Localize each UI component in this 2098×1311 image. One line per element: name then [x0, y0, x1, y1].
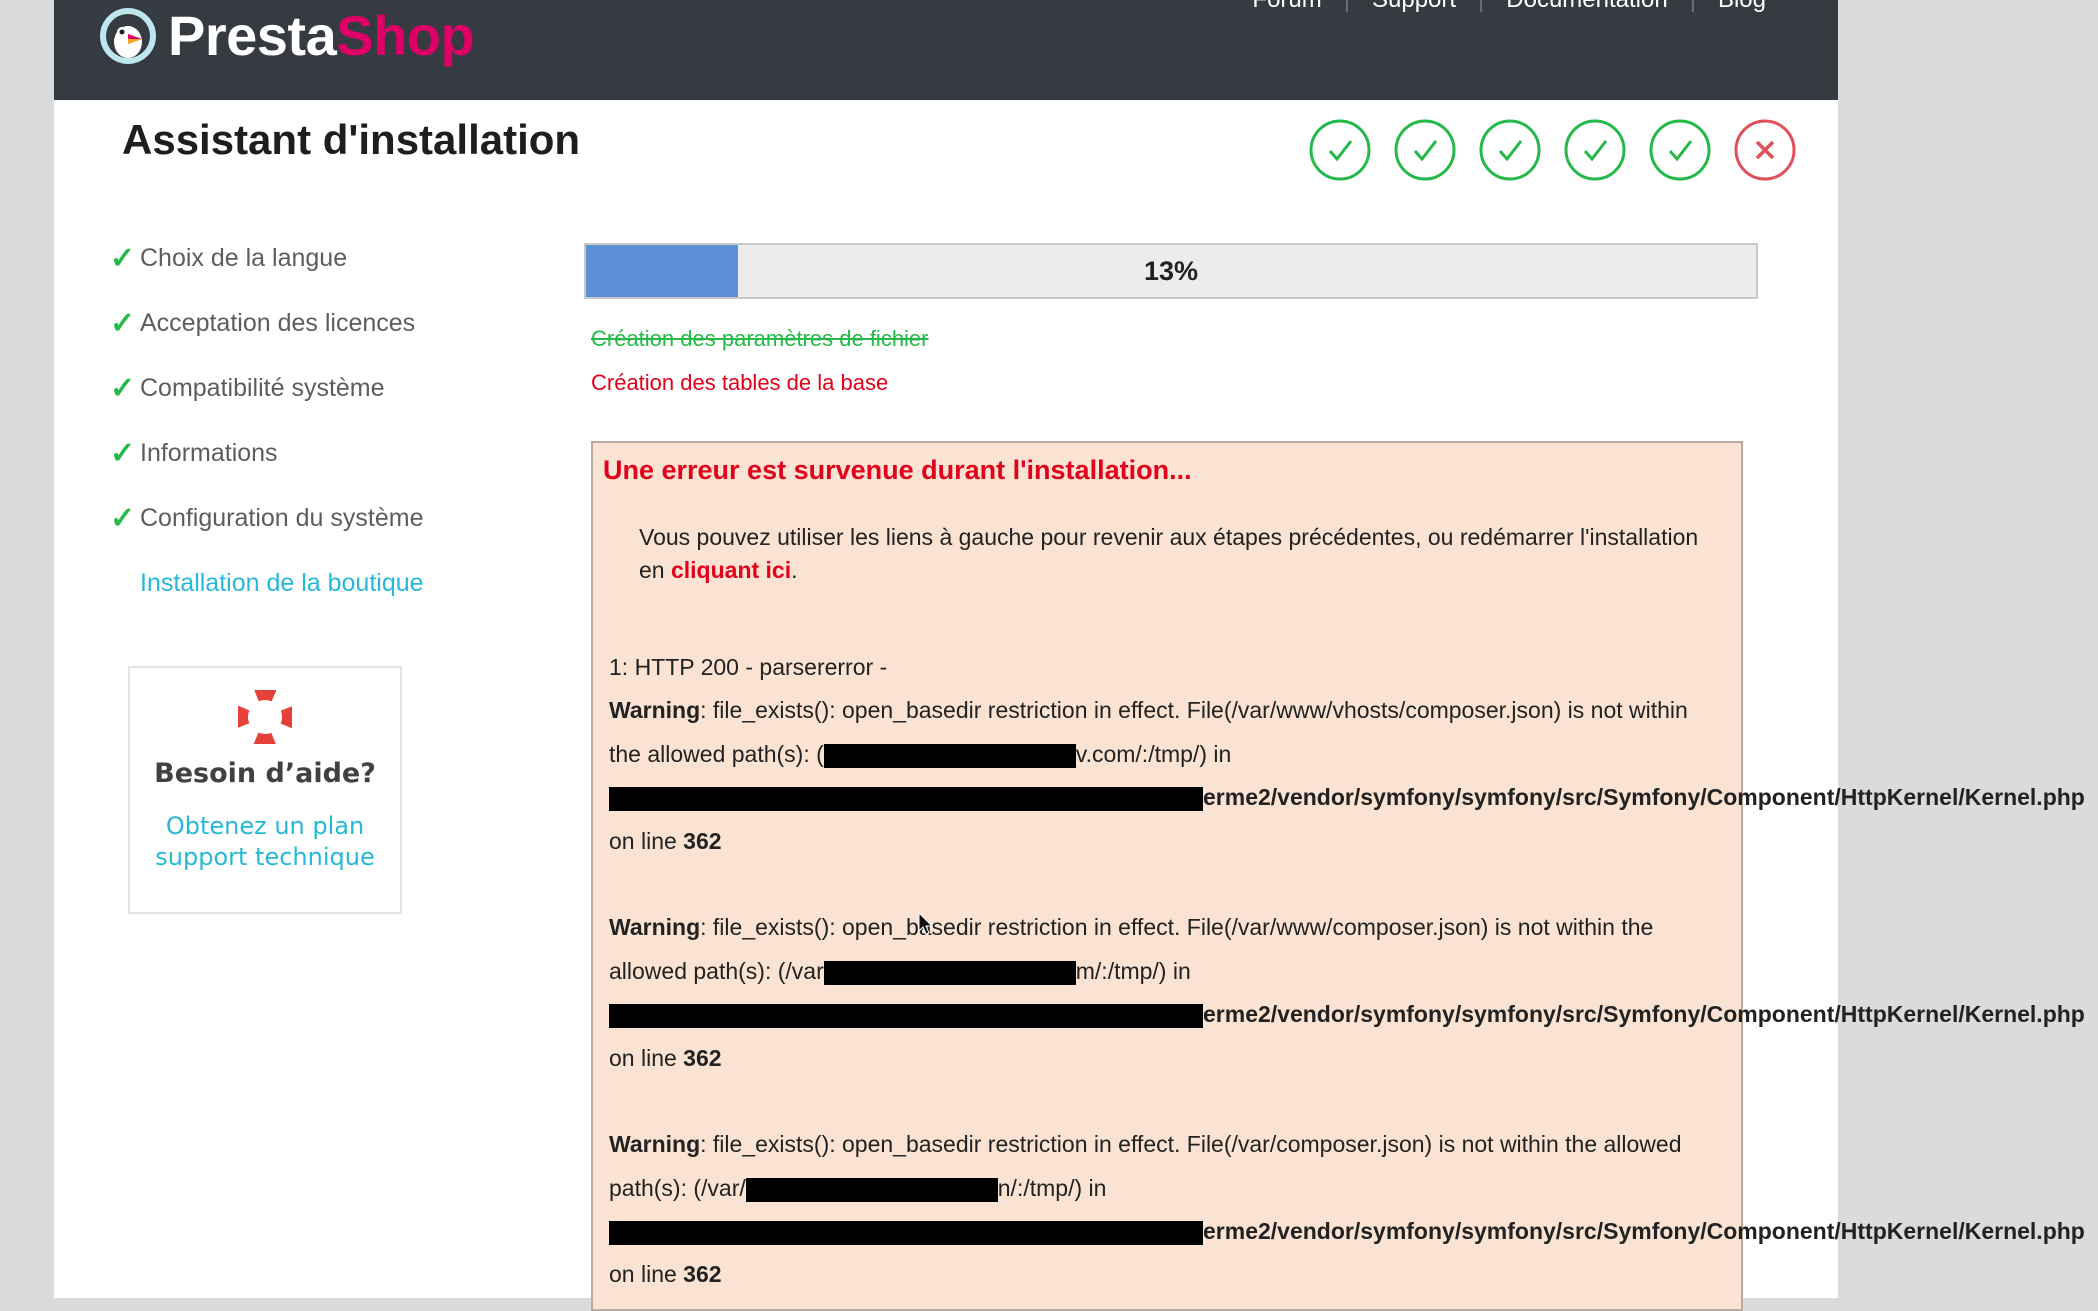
help-box: Besoin d’aide? Obtenez un plan support t…: [128, 666, 402, 914]
sidebar-item-licenses[interactable]: ✓ Acceptation des licences: [110, 291, 560, 356]
file-path-line: erme2/vendor/symfony/symfony/src/Symfony…: [609, 776, 2098, 819]
warning-label: Warning: [609, 697, 701, 724]
nav-support[interactable]: Support: [1350, 0, 1478, 14]
puffin-logo-icon: [100, 8, 156, 64]
warning-line: Warning: file_exists(): open_basedir res…: [609, 1123, 2098, 1166]
line-number: 362: [683, 1044, 722, 1071]
sidebar-item-label: Acceptation des licences: [140, 309, 416, 337]
install-progress-bar: 13%: [584, 243, 1758, 299]
error-log: 1: HTTP 200 - parsererror - Warning: fil…: [609, 646, 2098, 1297]
redaction-bar: [609, 1221, 1203, 1245]
path-text: n/:/tmp/) in: [997, 1174, 1107, 1201]
installer-page: PrestaShop Forum | Support | Documentati…: [54, 0, 2085, 1311]
redaction-bar: [745, 1177, 998, 1202]
file-path-line: erme2/vendor/symfony/symfony/src/Symfony…: [609, 993, 2098, 1036]
sidebar-item-label: Choix de la langue: [140, 244, 348, 272]
restart-install-link[interactable]: cliquant ici: [671, 557, 791, 583]
path-text: path(s): (/var/: [609, 1174, 746, 1201]
progress-label: 13%: [1143, 256, 1199, 286]
checkmark-icon: ✓: [110, 502, 136, 535]
sidebar-item-label: Configuration du système: [140, 504, 424, 532]
allowed-path-line: allowed path(s): (/var m/:/tmp/) in: [609, 950, 2098, 993]
log-header: 1: HTTP 200 - parsererror -: [609, 654, 888, 680]
line-number: 362: [683, 827, 722, 854]
path-text: allowed path(s): (/var: [609, 957, 824, 984]
file-path: erme2/vendor/symfony/symfony/src/Symfony…: [1203, 1218, 2085, 1245]
status-step-done: Création des paramètres de fichier: [591, 326, 929, 351]
warning-label: Warning: [609, 914, 701, 941]
prestashop-logo[interactable]: Presta Shop: [98, 4, 475, 68]
warning-line: Warning: file_exists(): open_basedir res…: [609, 689, 2098, 732]
mouse-cursor-icon: [918, 912, 934, 935]
page-title: Assistant d'installation: [122, 116, 581, 163]
allowed-path-line: the allowed path(s): ( v.com/:/tmp/) in: [609, 733, 2098, 776]
checkmark-icon: ✓: [110, 242, 136, 275]
line-number: 362: [683, 1261, 722, 1288]
warning-text: : file_exists(): open_basedir restrictio…: [700, 1131, 1682, 1158]
checkmark-icon: ✓: [110, 307, 136, 340]
step-indicators: [1308, 118, 1797, 182]
error-title: Une erreur est survenue durant l'install…: [603, 455, 1192, 485]
nav-blog[interactable]: Blog: [1696, 0, 1788, 14]
sidebar-item-label: Installation de la boutique: [140, 569, 424, 597]
redaction-bar: [609, 787, 1203, 812]
path-text: the allowed path(s): (: [609, 740, 824, 767]
on-line-label: on line: [609, 827, 677, 854]
on-line-label: on line: [609, 1044, 677, 1071]
path-text: v.com/:/tmp/) in: [1075, 740, 1232, 767]
nav-forum[interactable]: Forum: [1230, 0, 1343, 14]
help-title: Besoin d’aide?: [154, 758, 376, 789]
line-number-line: on line 362: [609, 1253, 2098, 1296]
warning-text: : file_exists(): open_basedir restrictio…: [700, 914, 1654, 941]
top-header: PrestaShop Forum | Support | Documentati…: [54, 0, 1838, 100]
sidebar-item-information[interactable]: ✓ Informations: [110, 421, 560, 486]
path-text: m/:/tmp/) in: [1075, 957, 1191, 984]
warning-label: Warning: [609, 1131, 701, 1158]
file-path-line: erme2/vendor/symfony/symfony/src/Symfony…: [609, 1210, 2098, 1253]
redaction-bar: [823, 960, 1076, 985]
error-description-text: Vous pouvez utiliser les liens à gauche …: [639, 524, 1699, 583]
log-spacer: [609, 1080, 2098, 1123]
error-box: Une erreur est survenue durant l'install…: [591, 441, 2085, 1311]
steps-sidebar: ✓ Choix de la langue ✓ Acceptation des lic…: [110, 226, 560, 616]
step-error-icon: [1734, 119, 1796, 181]
file-path: erme2/vendor/symfony/symfony/src/Symfony…: [1203, 1001, 2085, 1028]
lifebuoy-icon: [236, 688, 294, 746]
step-check-icon: [1309, 119, 1371, 181]
on-line-label: on line: [609, 1261, 677, 1288]
checkmark-icon: ✓: [110, 437, 136, 470]
nav-documentation[interactable]: Documentation: [1484, 0, 1689, 14]
log-spacer: [609, 863, 2098, 906]
step-check-icon: [1649, 119, 1711, 181]
file-path: erme2/vendor/symfony/symfony/src/Symfony…: [1203, 784, 2085, 811]
allowed-path-line: path(s): (/var/n/:/tmp/) in: [609, 1167, 2098, 1210]
line-number-line: on line 362: [609, 1037, 2098, 1080]
step-check-icon: [1394, 119, 1456, 181]
sidebar-item-label: Compatibilité système: [140, 374, 385, 402]
sidebar-item-compatibility[interactable]: ✓ Compatibilité système: [110, 356, 560, 421]
error-description-end: .: [791, 557, 798, 583]
sidebar-item-configuration[interactable]: ✓ Configuration du système: [110, 486, 560, 551]
sidebar-item-language[interactable]: ✓ Choix de la langue: [110, 226, 560, 291]
status-step-current: Création des tables de la base: [591, 370, 889, 395]
brand-presta: Presta: [168, 4, 337, 67]
line-number-line: on line 362: [609, 820, 2098, 863]
checkmark-icon: ✓: [110, 372, 136, 405]
redaction-bar: [823, 743, 1076, 768]
top-nav: Forum | Support | Documentation | Blog: [1230, 0, 1788, 14]
sidebar-item-label: Informations: [140, 439, 278, 467]
step-check-icon: [1479, 119, 1541, 181]
support-plan-link[interactable]: Obtenez un plan support technique: [130, 811, 400, 873]
warning-text: : file_exists(): open_basedir restrictio…: [700, 697, 1688, 724]
redaction-bar: [609, 1004, 1203, 1029]
step-check-icon: [1564, 119, 1626, 181]
sidebar-item-shop-install[interactable]: Installation de la boutique: [110, 551, 560, 616]
warning-line: Warning: file_exists(): open_basedir res…: [609, 906, 2098, 949]
error-description: Vous pouvez utiliser les liens à gauche …: [639, 521, 1729, 587]
brand-shop: Shop: [336, 4, 475, 67]
